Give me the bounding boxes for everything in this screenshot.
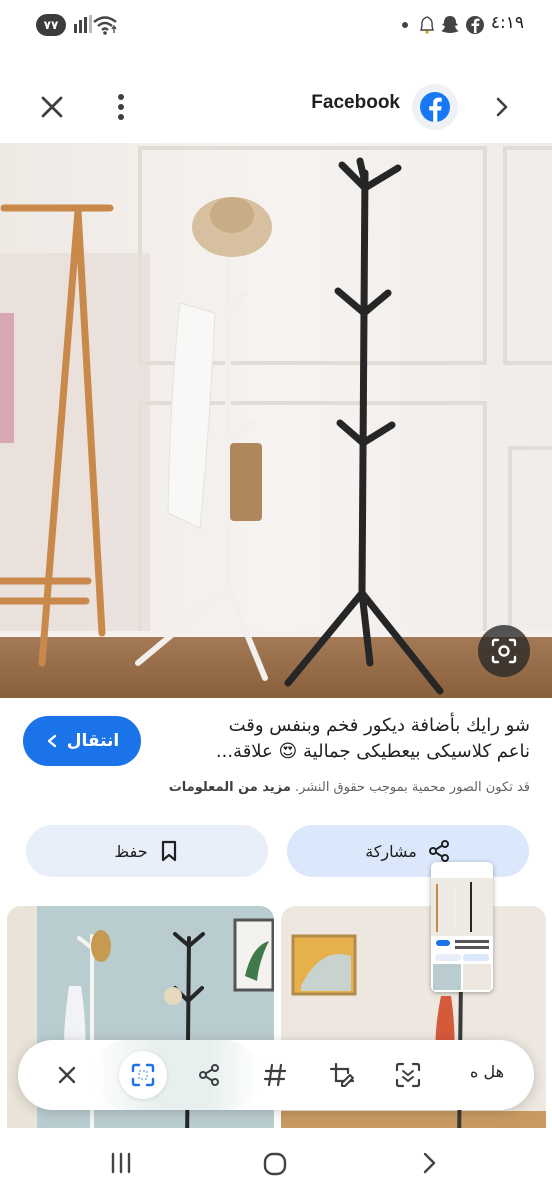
- source-title[interactable]: Facebook: [300, 92, 400, 114]
- clock: ٤:١٩: [490, 13, 524, 33]
- alarm-icon: [420, 16, 434, 34]
- battery-indicator: ٧٧: [36, 14, 66, 36]
- chevron-right-icon[interactable]: [490, 94, 514, 120]
- select-icon: [131, 1063, 155, 1087]
- caption-line-1: شو رايك بأضافة ديكور فخم وبنفس وقت: [228, 715, 530, 736]
- toolbar-highlight: [92, 1040, 260, 1110]
- lens-search-button[interactable]: [478, 625, 530, 677]
- save-button[interactable]: حفظ: [26, 825, 268, 877]
- main-image[interactable]: [0, 143, 552, 698]
- visit-button[interactable]: انتقال: [23, 716, 141, 766]
- more-vert-icon[interactable]: [108, 92, 134, 122]
- toolbar-hashtag-button[interactable]: [259, 1059, 291, 1091]
- select-button[interactable]: [119, 1051, 167, 1099]
- visit-label: انتقال: [66, 731, 120, 751]
- related-image-1[interactable]: [7, 906, 274, 1146]
- toolbar-share-button[interactable]: [193, 1059, 225, 1091]
- coat-rack-photo: [0, 143, 552, 698]
- related-image-2[interactable]: [281, 906, 546, 1146]
- snapchat-icon: [441, 16, 459, 33]
- home-icon[interactable]: [261, 1150, 289, 1178]
- scan-icon: [395, 1062, 421, 1088]
- screenshot-thumbnail: [431, 862, 493, 992]
- copyright-notice: قد تكون الصور محمية بموجب حقوق النشر. مز…: [10, 780, 530, 795]
- toolbar-edit-button[interactable]: [326, 1059, 358, 1091]
- share-icon: [199, 1064, 219, 1086]
- caption-line-2: ناعم كلاسيكى بيعطيكى جمالية 😍 علاقة...: [215, 741, 530, 762]
- close-icon[interactable]: [55, 1063, 79, 1087]
- camera-search-icon: [491, 638, 517, 664]
- status-bar: ٧٧ ٤:١٩: [0, 0, 552, 50]
- more-info-link[interactable]: مزيد من المعلومات: [169, 780, 291, 795]
- hashtag-icon: [263, 1063, 287, 1087]
- edit-crop-icon: [329, 1062, 355, 1087]
- signal-icon: [74, 15, 92, 33]
- close-icon[interactable]: [38, 93, 66, 121]
- wifi-icon: [93, 16, 117, 35]
- bookmark-icon: [161, 840, 176, 862]
- copyright-text: قد تكون الصور محمية بموجب حقوق النشر.: [295, 780, 530, 795]
- facebook-icon: [466, 16, 484, 34]
- share-icon: [428, 840, 449, 862]
- image-caption: شو رايك بأضافة ديكور فخم وبنفس وقت ناعم …: [150, 713, 530, 765]
- toolbar-more-label[interactable]: هل ه: [470, 1062, 504, 1081]
- related-photo-2: [281, 906, 546, 1146]
- share-label: مشاركة: [365, 841, 417, 861]
- toolbar-scan-button[interactable]: [392, 1059, 424, 1091]
- chevron-left-icon: [47, 734, 56, 748]
- screenshot-preview[interactable]: [431, 862, 493, 992]
- notification-dot-icon: [402, 22, 408, 28]
- source-favicon[interactable]: [412, 84, 458, 130]
- recents-icon[interactable]: [108, 1150, 134, 1176]
- back-icon[interactable]: [416, 1150, 442, 1176]
- facebook-logo-icon: [420, 92, 450, 122]
- navigation-bar: [0, 1128, 552, 1196]
- save-label: حفظ: [114, 841, 148, 861]
- related-photo-1: [7, 906, 274, 1146]
- header: [0, 70, 552, 142]
